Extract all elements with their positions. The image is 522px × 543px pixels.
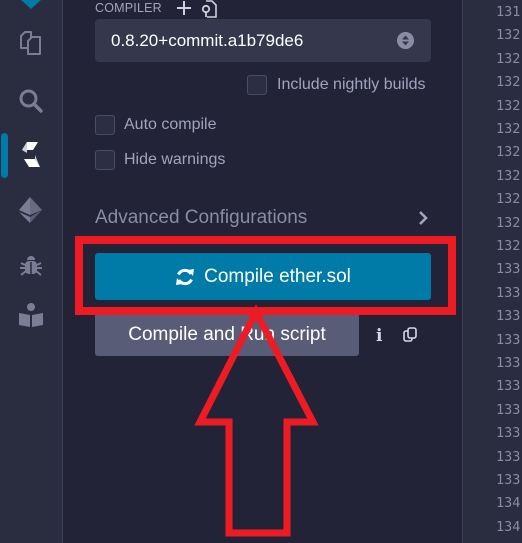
solidity-icon: [22, 142, 40, 167]
editor-line-gutter: 131 132 132 132 132 132 132 132 132 132 132 133 133 1…: [463, 0, 522, 543]
line-number: 134: [496, 518, 521, 535]
line-number: 132: [496, 214, 521, 231]
search-icon: [19, 89, 43, 113]
advanced-configurations-label: Advanced Configurations: [95, 207, 308, 228]
compile-button[interactable]: Compile ether.sol: [95, 253, 431, 300]
debugger-button[interactable]: [17, 252, 45, 280]
select-updown-icon: [397, 32, 414, 49]
include-nightly-label[interactable]: Include nightly builds: [277, 76, 426, 94]
line-number: 133: [496, 448, 521, 465]
line-number: 133: [496, 284, 521, 301]
plus-icon[interactable]: [176, 0, 192, 16]
line-number: 132: [496, 27, 521, 44]
line-number: 132: [496, 97, 521, 114]
compile-button-label: Compile ether.sol: [204, 265, 351, 287]
hide-warnings-label[interactable]: Hide warnings: [124, 151, 225, 169]
compiler-version-select[interactable]: 0.8.20+commit.a1b79de6: [95, 19, 431, 62]
line-number: 133: [496, 308, 521, 325]
hide-warnings-checkbox[interactable]: [95, 150, 115, 170]
copy-icon[interactable]: [403, 327, 417, 343]
line-number: 133: [496, 401, 521, 418]
remix-logo-icon[interactable]: [21, 0, 41, 9]
line-number: 132: [496, 121, 521, 137]
line-number: 132: [496, 167, 521, 184]
advanced-configurations-toggle[interactable]: Advanced Configurations: [95, 205, 435, 231]
ethereum-icon: [19, 197, 42, 223]
line-number: 132: [496, 238, 521, 254]
line-number: 133: [496, 261, 521, 278]
compiler-version-value: 0.8.20+commit.a1b79de6: [111, 31, 304, 50]
chevron-right-icon: [419, 211, 428, 225]
active-plugin-indicator: [1, 133, 8, 178]
bug-icon: [20, 256, 42, 276]
line-number: 133: [496, 472, 521, 488]
book-reader-icon: [19, 303, 43, 327]
deploy-run-button[interactable]: [17, 196, 45, 224]
line-number: 132: [496, 144, 521, 161]
line-number: 133: [496, 331, 521, 348]
learneth-button[interactable]: [17, 301, 45, 329]
solidity-compiler-button[interactable]: [17, 141, 45, 169]
compiler-label: COMPILER: [95, 1, 162, 15]
line-number: 131: [496, 4, 521, 20]
line-number: 134: [496, 495, 521, 512]
search-button[interactable]: [17, 87, 45, 115]
icon-rail: [0, 0, 63, 543]
file-link-icon[interactable]: [201, 0, 217, 18]
auto-compile-checkbox[interactable]: [95, 115, 115, 135]
compile-and-run-label: Compile and Run script: [128, 323, 326, 345]
info-icon[interactable]: i: [376, 326, 388, 346]
include-nightly-checkbox[interactable]: [247, 75, 267, 95]
line-number: 132: [496, 74, 521, 91]
line-number: 132: [496, 50, 521, 67]
line-number: 133: [496, 355, 521, 371]
auto-compile-label[interactable]: Auto compile: [124, 116, 217, 134]
line-number: 132: [496, 191, 521, 208]
line-number: 133: [496, 425, 521, 442]
files-icon: [20, 31, 41, 55]
refresh-icon: [176, 268, 195, 285]
compile-and-run-script-button[interactable]: Compile and Run script: [95, 313, 359, 356]
file-explorer-button[interactable]: [17, 29, 45, 57]
line-number: 133: [496, 378, 521, 395]
